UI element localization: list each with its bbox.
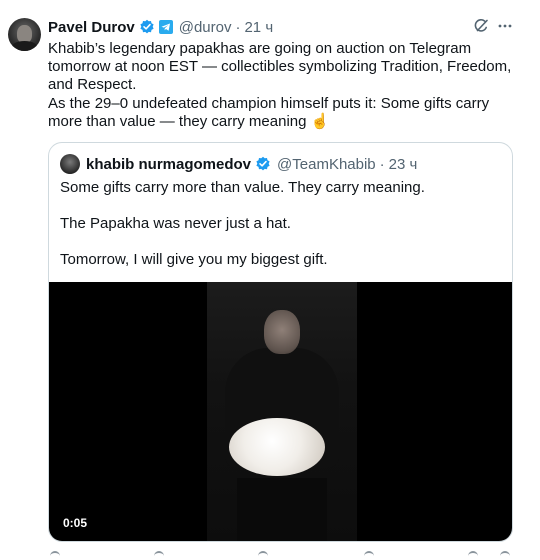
quoted-header: khabib nurmagomedov @TeamKhabib · 23 ч bbox=[86, 154, 417, 174]
quoted-avatar[interactable] bbox=[60, 154, 80, 174]
telegram-affiliate-icon[interactable] bbox=[158, 20, 173, 34]
reply-icon[interactable] bbox=[50, 551, 60, 560]
quoted-separator-dot: · bbox=[379, 155, 385, 173]
quoted-verified-badge-icon[interactable] bbox=[255, 156, 271, 172]
views-icon[interactable] bbox=[364, 551, 374, 560]
tweet-time[interactable]: 21 ч bbox=[244, 19, 273, 36]
papakha-hat bbox=[229, 418, 325, 476]
quoted-tweet[interactable]: khabib nurmagomedov @TeamKhabib · 23 ч S… bbox=[48, 142, 513, 542]
quoted-time[interactable]: 23 ч bbox=[389, 156, 418, 173]
quoted-text-line-2: The Papakha was never just a hat. bbox=[60, 215, 291, 232]
bookmark-icon[interactable] bbox=[468, 551, 478, 560]
video-timecode: 0:05 bbox=[63, 516, 88, 530]
video-figure-head bbox=[264, 310, 300, 354]
grok-icon[interactable] bbox=[473, 18, 489, 39]
quoted-author-handle[interactable]: @TeamKhabib bbox=[277, 156, 376, 173]
action-bar bbox=[48, 551, 518, 558]
separator-dot: · bbox=[235, 18, 241, 36]
tweet-text-paragraph-1: Khabib’s legendary papakhas are going on… bbox=[48, 40, 512, 93]
quoted-text-line-1: Some gifts carry more than value. They c… bbox=[60, 179, 425, 196]
video-figure-legs bbox=[237, 478, 327, 541]
author-handle[interactable]: @durov bbox=[179, 19, 232, 36]
tweet-text-paragraph-2: As the 29–0 undefeated champion himself … bbox=[48, 95, 490, 130]
avatar[interactable] bbox=[8, 18, 41, 51]
more-icon[interactable] bbox=[497, 18, 513, 39]
repost-icon[interactable] bbox=[154, 551, 164, 560]
author-name[interactable]: Pavel Durov bbox=[48, 19, 135, 36]
verified-badge-icon[interactable] bbox=[139, 19, 155, 35]
video-frame bbox=[207, 282, 357, 541]
quoted-author-name[interactable]: khabib nurmagomedov bbox=[86, 156, 251, 173]
tweet-header: Pavel Durov @durov · 21 ч bbox=[48, 17, 273, 37]
share-icon[interactable] bbox=[500, 551, 510, 560]
avatar-body bbox=[11, 41, 38, 51]
quoted-text-line-3: Tomorrow, I will give you my biggest gif… bbox=[60, 251, 328, 268]
tweet[interactable]: Pavel Durov @durov · 21 ч Khabib’s legen… bbox=[0, 0, 540, 558]
like-icon[interactable] bbox=[258, 551, 268, 560]
video-player[interactable]: 0:05 bbox=[49, 282, 512, 541]
